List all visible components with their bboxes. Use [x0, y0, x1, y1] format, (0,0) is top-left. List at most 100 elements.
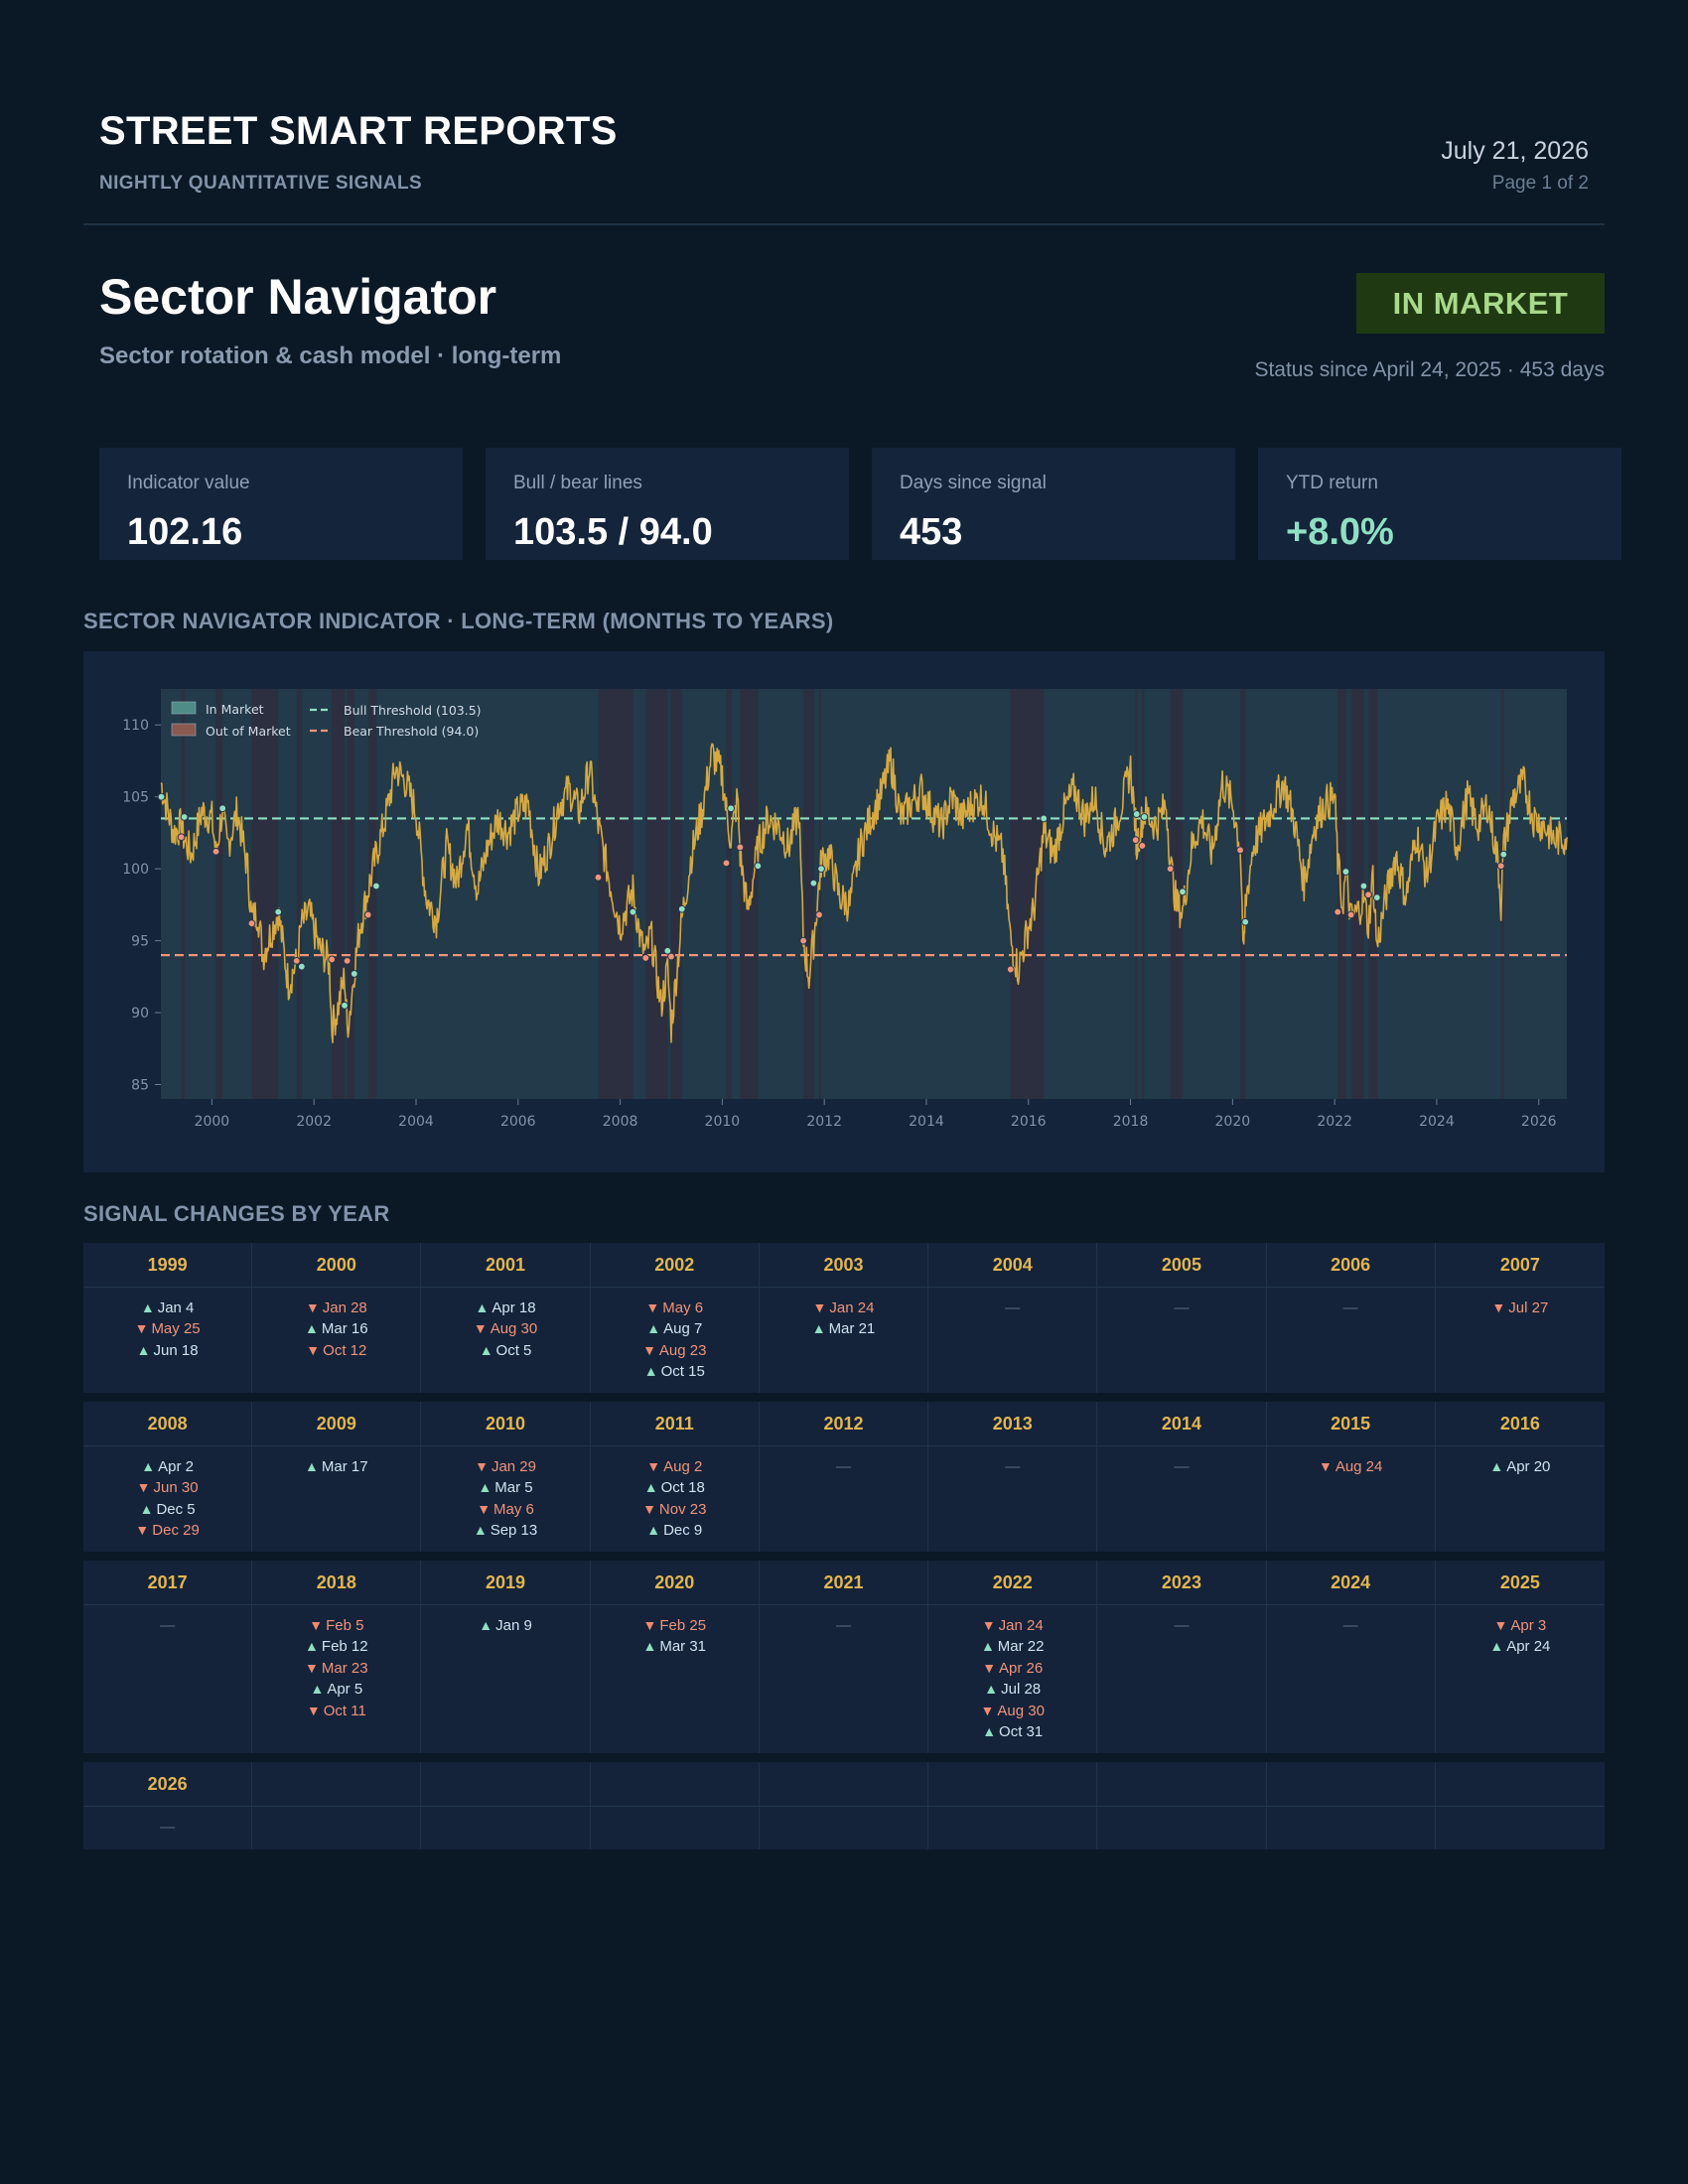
- signal-year-cell: 2009 ▲ Mar 17: [252, 1402, 422, 1552]
- x-tick-label: 2008: [603, 1114, 638, 1130]
- sell-signal-marker: [1346, 910, 1355, 919]
- signal-year-events: ▼ Jan 29 ▲ Mar 5 ▼ May 6 ▲ Sep 13: [421, 1446, 589, 1542]
- down-triangle-icon: ▼: [136, 1479, 151, 1496]
- buy-signal-marker: [754, 862, 763, 871]
- signal-date: Aug 30: [997, 1702, 1045, 1719]
- signal-year-events: ▲ Mar 17: [252, 1446, 420, 1477]
- sell-signal-entry: ▼ Oct 11: [252, 1701, 420, 1721]
- indicator-chart: 85 90 95 100 105 110 2000 2002 2004 2006 2008 2010 2…: [122, 689, 1568, 1130]
- signal-date: Mar 17: [321, 1458, 368, 1475]
- up-triangle-icon: ▲: [980, 1638, 995, 1655]
- sell-signal-entry: ▼ May 6: [421, 1499, 589, 1520]
- up-triangle-icon: ▲: [643, 1363, 658, 1380]
- signal-year-cell: 2002 ▼ May 6 ▲ Aug 7 ▼ Aug 23 ▲ Oct 15: [590, 1243, 760, 1393]
- up-triangle-icon: ▲: [473, 1522, 488, 1539]
- signal-date: Jan 9: [495, 1617, 532, 1634]
- signal-year-cell: 2023 —: [1097, 1561, 1267, 1753]
- signal-year-cell: 2018 ▼ Feb 5 ▲ Feb 12 ▼ Mar 23 ▲ Apr 5 ▼ Oct 11: [252, 1561, 422, 1753]
- signal-year-heading: [1435, 1762, 1605, 1807]
- sell-signal-marker: [247, 919, 256, 928]
- signal-year-cell: 2013 —: [928, 1402, 1098, 1552]
- signal-year-events: [1097, 1807, 1265, 1817]
- signal-year-heading: 2019: [421, 1561, 590, 1605]
- signal-year-heading: [252, 1762, 421, 1807]
- signal-year-cell: 2020 ▼ Feb 25 ▲ Mar 31: [590, 1561, 760, 1753]
- up-triangle-icon: ▲: [642, 1638, 657, 1655]
- signal-year-heading: 2000: [252, 1243, 421, 1288]
- signal-date: Apr 2: [158, 1458, 194, 1475]
- no-signal-dash: —: [1005, 1458, 1021, 1475]
- signal-date: Jan 29: [491, 1458, 536, 1475]
- up-triangle-icon: ▲: [643, 1479, 658, 1496]
- signal-date: Aug 30: [490, 1320, 538, 1338]
- signal-year-cell: 2025 ▼ Apr 3 ▲ Apr 24: [1435, 1561, 1605, 1753]
- signal-year-heading: 2004: [928, 1243, 1097, 1288]
- buy-signal-entry: ▲ Mar 31: [591, 1636, 759, 1657]
- kpi-label: Indicator value: [127, 473, 250, 493]
- signal-year-events: ▲ Apr 2 ▼ Jun 30 ▲ Dec 5 ▼ Dec 29: [83, 1446, 251, 1542]
- signal-year-cell: 2016 ▲ Apr 20: [1435, 1402, 1605, 1552]
- sell-signal-entry: ▼ Apr 3: [1436, 1615, 1605, 1636]
- kpi-value: 103.5 / 94.0: [513, 511, 713, 553]
- up-triangle-icon: ▲: [1489, 1458, 1504, 1474]
- signal-date: Dec 9: [663, 1522, 703, 1540]
- down-triangle-icon: ▼: [305, 1299, 320, 1315]
- sell-signal-marker: [292, 956, 301, 965]
- buy-signal-marker: [1499, 850, 1508, 859]
- up-triangle-icon: ▲: [136, 1341, 151, 1358]
- sell-signal-marker: [1006, 965, 1015, 974]
- buy-signal-entry: ▲ Feb 12: [252, 1636, 420, 1657]
- down-triangle-icon: ▼: [642, 1341, 656, 1358]
- out-of-market-band: [1142, 689, 1145, 1099]
- signal-date: Aug 7: [663, 1320, 703, 1338]
- sell-signal-entry: ▼ May 25: [83, 1318, 251, 1339]
- signal-date: Mar 22: [997, 1638, 1045, 1656]
- down-triangle-icon: ▼: [306, 1702, 321, 1718]
- legend-label: In Market: [206, 702, 264, 717]
- buy-signal-entry: ▲ Mar 22: [928, 1636, 1096, 1657]
- buy-signal-entry: ▲ Sep 13: [421, 1520, 589, 1541]
- signal-year-cell: [252, 1762, 422, 1849]
- signal-year-heading: 2005: [1097, 1243, 1266, 1288]
- buy-signal-entry: ▲ Oct 5: [421, 1340, 589, 1361]
- signal-date: Feb 12: [321, 1638, 368, 1656]
- signal-year-cell: [1097, 1762, 1267, 1849]
- sell-signal-marker: [799, 936, 807, 945]
- buy-signal-entry: ▲ Jan 9: [421, 1615, 589, 1636]
- signal-date: Mar 16: [321, 1320, 368, 1338]
- sell-signal-entry: ▼ Jan 24: [928, 1615, 1096, 1636]
- up-triangle-icon: ▲: [1489, 1638, 1504, 1655]
- signal-date: Oct 12: [323, 1341, 367, 1359]
- up-triangle-icon: ▲: [479, 1341, 493, 1358]
- up-triangle-icon: ▲: [475, 1299, 490, 1315]
- buy-signal-marker: [1132, 810, 1141, 818]
- signal-year-cell: 2004 —: [928, 1243, 1098, 1393]
- signal-year-cell: 2026 —: [83, 1762, 253, 1849]
- down-triangle-icon: ▼: [1493, 1617, 1508, 1633]
- signal-year-events: ▲ Apr 20: [1436, 1446, 1605, 1477]
- out-of-market-band: [1010, 689, 1045, 1099]
- signal-year-row: 2017—2018 ▼ Feb 5 ▲ Feb 12 ▼ Mar 23 ▲ Apr 5 ▼ Oct …: [83, 1561, 1605, 1753]
- kpi-ytd-return: YTD return +8.0%: [1258, 448, 1621, 560]
- buy-signal-entry: ▲ Aug 7: [591, 1318, 759, 1339]
- signal-year-cell: [421, 1762, 591, 1849]
- signal-year-cell: 2022 ▼ Jan 24 ▲ Mar 22 ▼ Apr 26 ▲ Jul 28 ▼ Aug 30 ▲…: [928, 1561, 1098, 1753]
- legend-label: Bear Threshold (94.0): [344, 724, 479, 739]
- y-tick-label: 105: [122, 790, 149, 806]
- signal-year-events: ▼ Feb 25 ▲ Mar 31: [591, 1605, 759, 1658]
- buy-signal-entry: ▲ Apr 18: [421, 1297, 589, 1318]
- report-date: July 21, 2026: [1441, 137, 1589, 165]
- sell-signal-entry: ▼ Oct 12: [252, 1340, 420, 1361]
- buy-signal-entry: ▲ Mar 16: [252, 1318, 420, 1339]
- sell-signal-marker: [1364, 890, 1372, 899]
- signal-year-row: 1999 ▲ Jan 4 ▼ May 25 ▲ Jun 18 2000 ▼ Jan 28 ▲ Mar …: [83, 1243, 1605, 1393]
- sell-signal-marker: [211, 847, 220, 856]
- signal-year-events: —: [928, 1288, 1096, 1318]
- signal-year-cell: 2012 —: [759, 1402, 929, 1552]
- signal-year-events: —: [1097, 1446, 1265, 1477]
- y-tick-label: 90: [131, 1006, 149, 1022]
- down-triangle-icon: ▼: [812, 1299, 827, 1315]
- sell-signal-entry: ▼ Jul 27: [1436, 1297, 1605, 1318]
- sell-signal-marker: [1138, 842, 1147, 850]
- out-of-market-band: [740, 689, 759, 1099]
